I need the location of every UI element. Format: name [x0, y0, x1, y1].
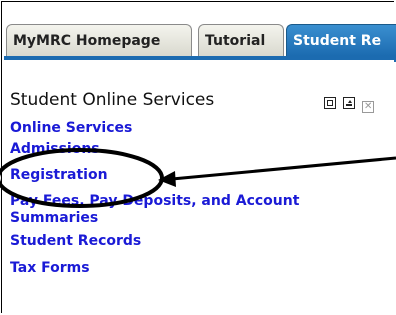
tab-strip: MyMRC Homepage Tutorial Student Re: [2, 2, 396, 62]
minimize-icon[interactable]: [343, 97, 356, 109]
maximize-icon[interactable]: [324, 97, 336, 109]
tab-mymrc-homepage[interactable]: MyMRC Homepage: [6, 24, 192, 56]
tab-student-records[interactable]: Student Re: [286, 24, 396, 56]
services-link-list: Online Services Admissions Registration …: [10, 120, 380, 277]
link-registration[interactable]: Registration: [10, 167, 380, 184]
portlet-controls: ✕: [324, 94, 376, 113]
tab-tutorial[interactable]: Tutorial: [198, 24, 284, 56]
close-icon[interactable]: ✕: [362, 101, 375, 113]
link-admissions[interactable]: Admissions: [10, 141, 380, 158]
student-online-services-portlet: Student Online Services ✕ Online Service…: [2, 60, 394, 313]
link-student-records[interactable]: Student Records: [10, 233, 380, 250]
link-online-services[interactable]: Online Services: [10, 120, 380, 137]
link-pay-fees[interactable]: Pay Fees, Pay Deposits, and Account Summ…: [10, 193, 380, 227]
link-tax-forms[interactable]: Tax Forms: [10, 260, 380, 277]
portlet-title: Student Online Services: [10, 90, 215, 110]
